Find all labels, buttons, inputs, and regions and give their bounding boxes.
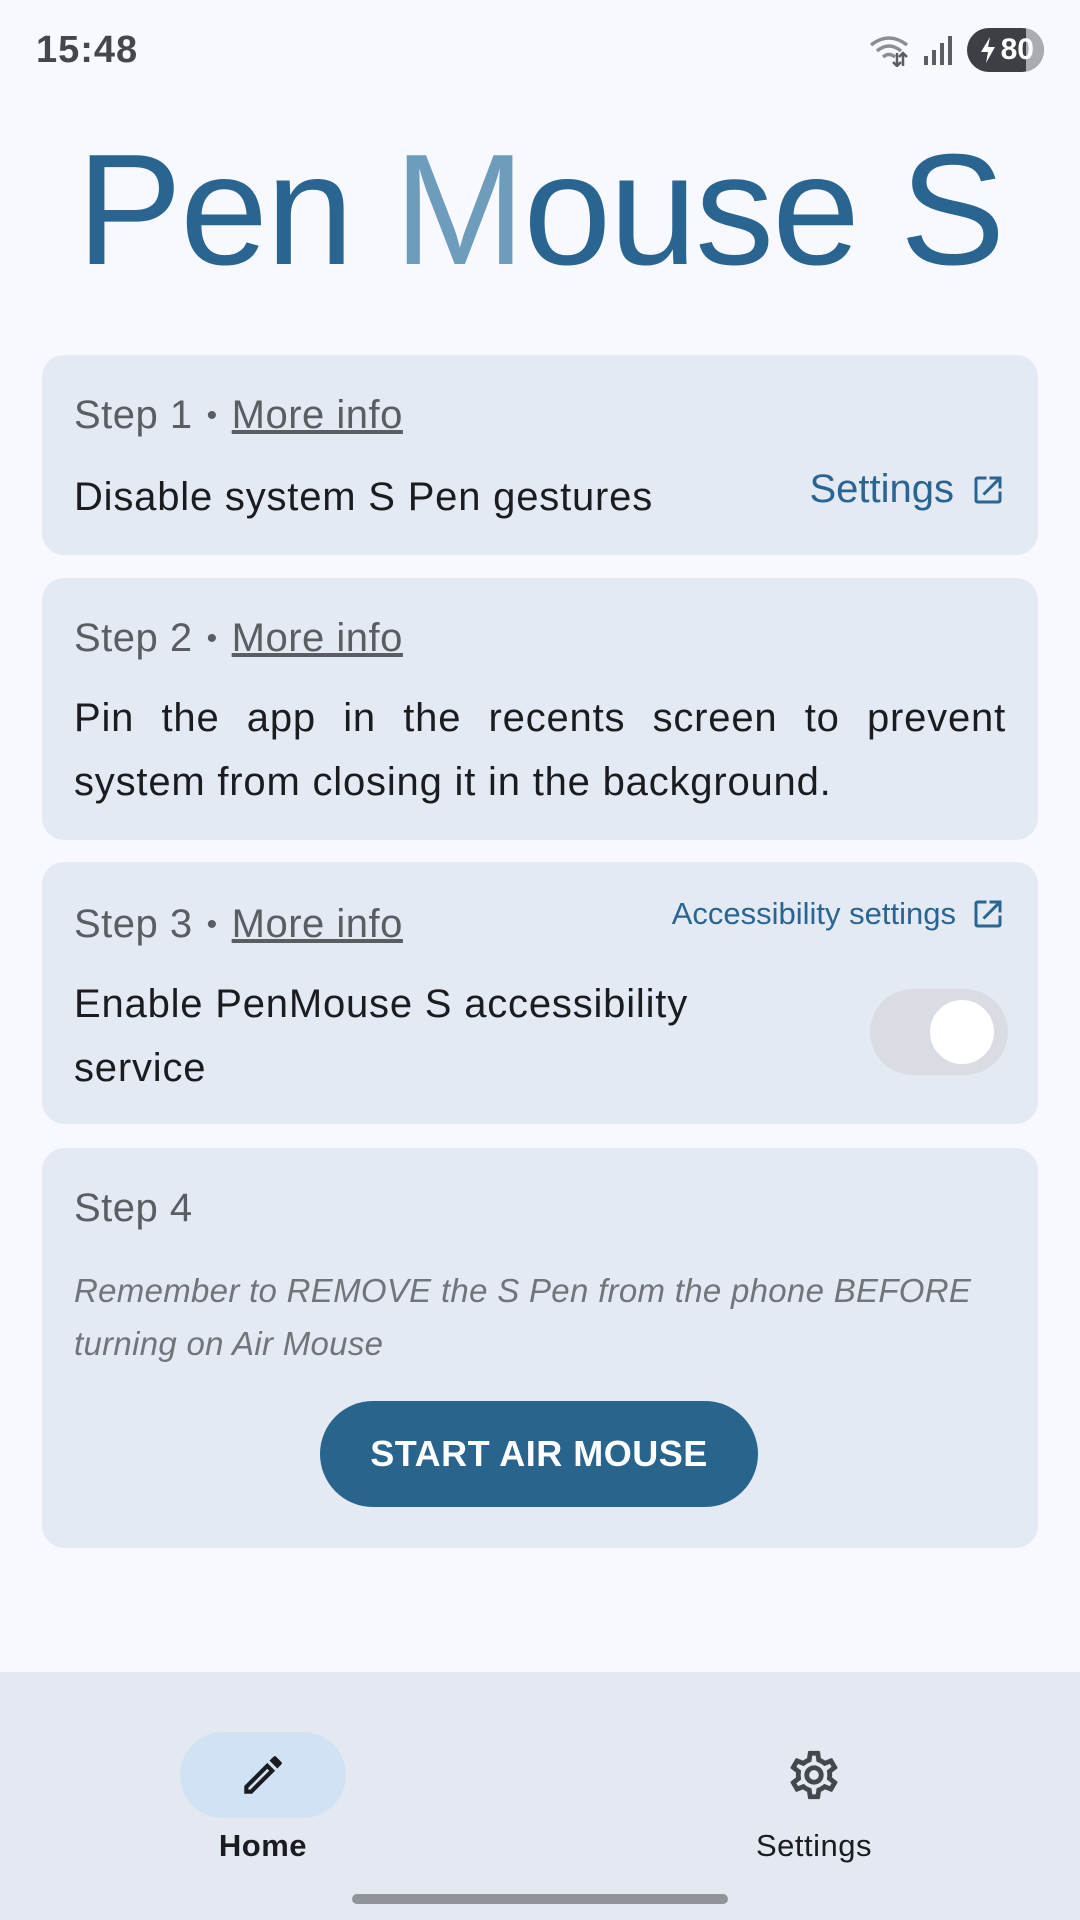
step-2-card: Step 2 • More info Pin the app in the re… <box>42 578 1038 840</box>
step-4-header: Step 4 <box>74 1186 193 1231</box>
step-1-text: Disable system S Pen gestures <box>74 475 654 519</box>
step-3-card: Step 3 • More info Accessibility setting… <box>42 862 1038 1124</box>
step-3-header: Step 3 • More info <box>74 902 403 947</box>
open-external-icon <box>974 476 1002 503</box>
step-3-text-line2: service <box>74 1046 207 1090</box>
step-4-label: Step 4 <box>74 1186 193 1230</box>
accessibility-service-toggle[interactable] <box>870 989 1008 1075</box>
step-4-note-line1: Remember to REMOVE the S Pen from the ph… <box>74 1272 972 1309</box>
status-bar: 15:48 80 <box>0 0 1080 100</box>
step-2-label: Step 2 <box>74 616 193 660</box>
step-1-label: Step 1 <box>74 393 193 437</box>
step-3-label: Step 3 <box>74 902 193 946</box>
nav-icon-container <box>731 1732 897 1818</box>
step-4-card: Step 4 Remember to REMOVE the S Pen from… <box>42 1148 1038 1548</box>
step-2-text-line2: system from closing it in the background… <box>74 760 832 804</box>
wifi-icon <box>869 33 909 67</box>
battery-indicator: 80 <box>966 28 1044 72</box>
logo-part2: ouse S <box>523 122 1005 298</box>
step-2-more-info-link[interactable]: More info <box>232 616 403 661</box>
step-3-text-line1: Enable PenMouse S accessibility <box>74 982 688 1026</box>
accessibility-settings-label: Accessibility settings <box>671 896 956 931</box>
toggle-knob <box>930 1000 994 1064</box>
start-air-mouse-button[interactable]: START AIR MOUSE <box>320 1401 758 1507</box>
home-gesture-bar[interactable] <box>352 1894 728 1904</box>
nav-active-indicator <box>180 1732 346 1818</box>
step-separator: • <box>206 907 218 941</box>
step-1-card: Step 1 • More info Disable system S Pen … <box>42 355 1038 555</box>
logo-part1: Pen <box>76 122 394 298</box>
nav-item-home[interactable]: Home <box>98 1702 428 1882</box>
battery-charging-icon <box>980 37 995 63</box>
step-1-settings-label: Settings <box>809 467 954 511</box>
status-icons: 80 <box>869 28 1044 72</box>
step-2-header: Step 2 • More info <box>74 616 403 661</box>
step-separator: • <box>206 398 218 432</box>
app-logo: Pen Mouse S <box>0 120 1080 300</box>
open-external-icon <box>974 900 1002 928</box>
battery-level: 80 <box>1000 33 1034 66</box>
step-1-header: Step 1 • More info <box>74 393 403 438</box>
gear-icon <box>790 1750 838 1800</box>
step-1-settings-button[interactable]: Settings <box>809 467 1006 512</box>
step-separator: • <box>206 621 218 655</box>
accessibility-settings-button[interactable]: Accessibility settings <box>672 896 1006 932</box>
status-time: 15:48 <box>36 28 139 71</box>
bottom-navigation: Home Settings <box>0 1672 1080 1920</box>
pencil-icon <box>244 1756 282 1794</box>
step-4-note-line2: turning on Air Mouse <box>74 1325 384 1362</box>
step-2-text-line1: Pin the app in the recents screen to pre… <box>74 696 1006 740</box>
signal-icon <box>923 34 953 66</box>
app-title: Pen Mouse S <box>77 131 1006 289</box>
nav-label-settings: Settings <box>755 1828 872 1863</box>
nav-item-settings[interactable]: Settings <box>649 1702 979 1882</box>
nav-label-home: Home <box>218 1828 308 1863</box>
step-1-more-info-link[interactable]: More info <box>232 393 403 438</box>
logo-pen-m: M <box>393 122 526 298</box>
step-3-more-info-link[interactable]: More info <box>232 902 403 947</box>
